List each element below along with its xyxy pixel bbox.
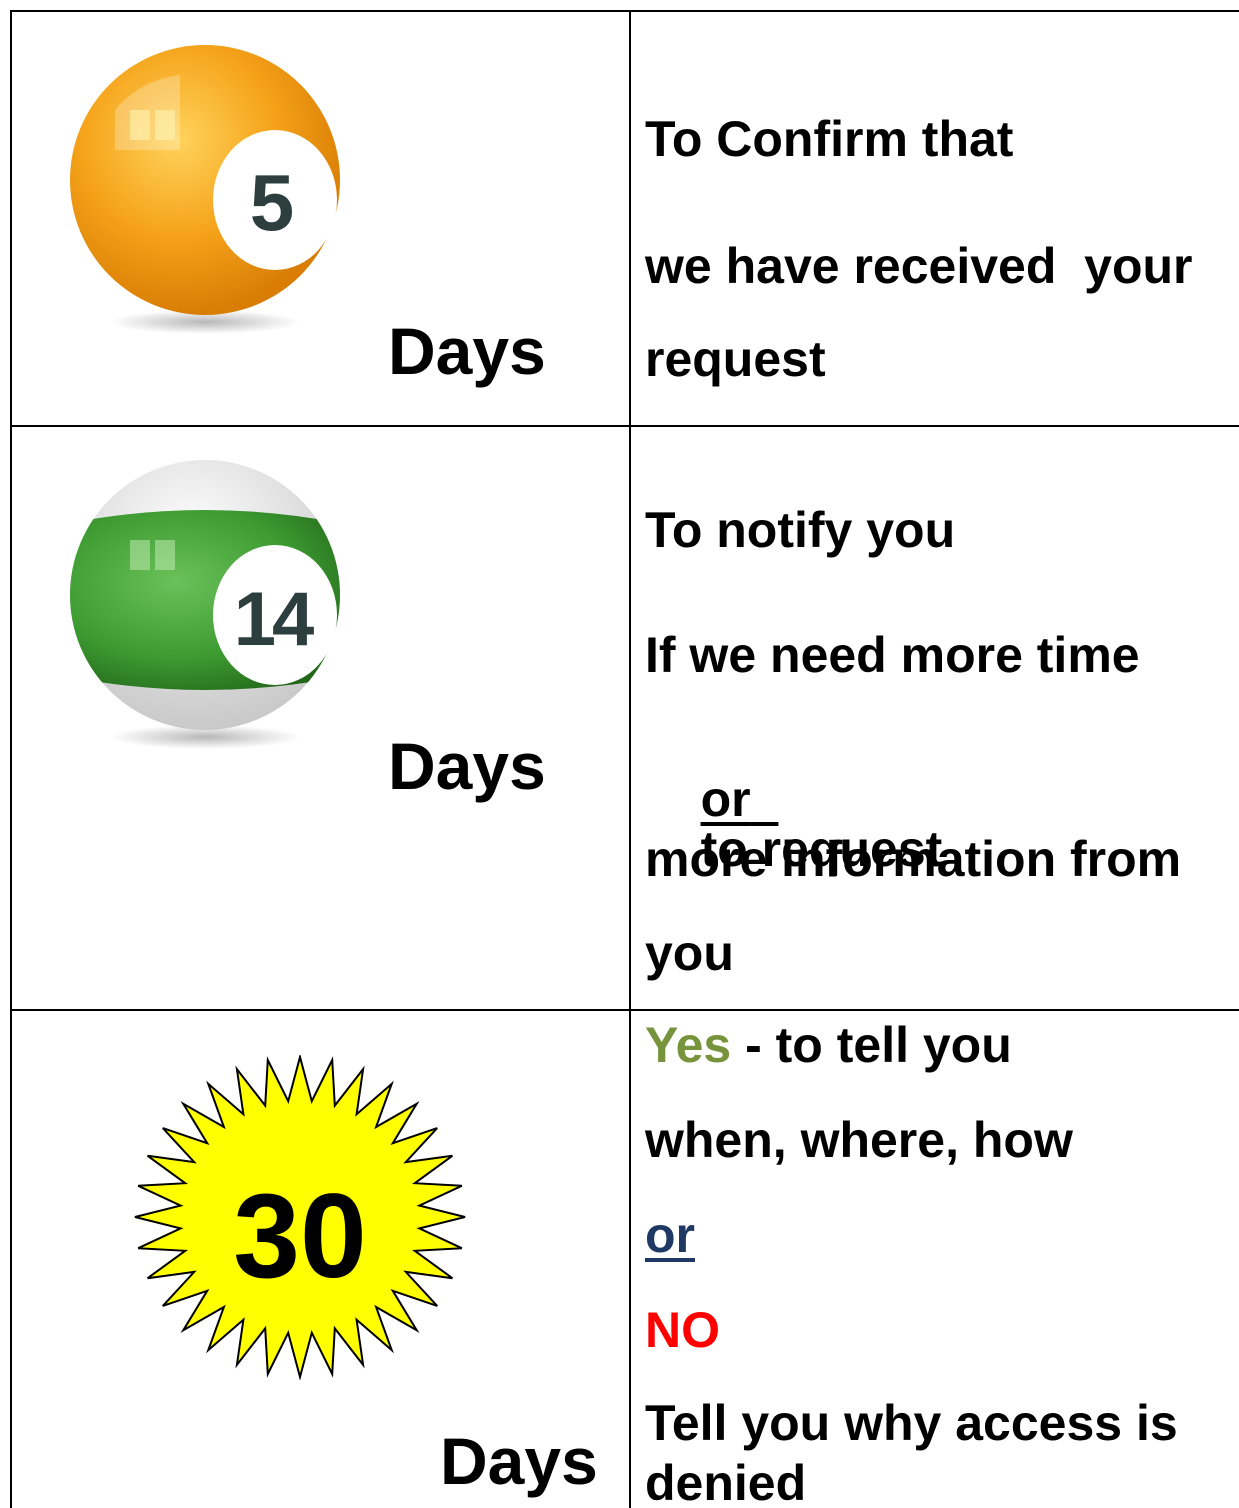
row2-line4: more information from <box>645 831 1182 887</box>
row1-line2: we have received your <box>645 238 1193 294</box>
table-border-left <box>10 10 12 1508</box>
starburst-30-icon: 30 <box>134 1055 466 1380</box>
days-label-30: Days <box>440 1424 598 1498</box>
yes-label: Yes <box>645 1017 732 1073</box>
response-timeline-table: 5 Days To Confirm that we have received … <box>0 0 1239 1508</box>
ball-14-number: 14 <box>234 577 314 662</box>
yes-rest-text: - to tell you <box>731 1017 1012 1073</box>
or-underlined: or <box>700 771 751 827</box>
row3-line1: Yes - to tell you <box>645 1020 1012 1070</box>
days-label-5: Days <box>388 314 546 388</box>
row3-line2: when, where, how <box>645 1112 1073 1168</box>
no-label: NO <box>645 1302 720 1358</box>
table-border-top <box>10 10 1239 12</box>
days-label-14: Days <box>388 729 546 803</box>
ball-5-icon: 5 <box>70 45 340 334</box>
row2-line3: or to request <box>645 724 943 924</box>
ball-14-icon: 14 <box>70 460 340 749</box>
row1-line1: To Confirm that <box>645 111 1014 167</box>
starburst-30-number: 30 <box>233 1169 366 1303</box>
row-divider-2 <box>10 1009 1239 1011</box>
ball-5-number: 5 <box>250 158 295 247</box>
row3-line6: denied <box>645 1455 807 1508</box>
row2-line2: If we need more time <box>645 627 1140 683</box>
row2-line1: To notify you <box>645 502 956 558</box>
row3-line5: Tell you why access is <box>645 1395 1178 1451</box>
row1-line3: request <box>645 331 826 387</box>
row-divider-1 <box>10 425 1239 427</box>
column-divider <box>629 10 631 1508</box>
or-link-text: or <box>645 1207 695 1263</box>
row2-line5: you <box>645 925 734 981</box>
